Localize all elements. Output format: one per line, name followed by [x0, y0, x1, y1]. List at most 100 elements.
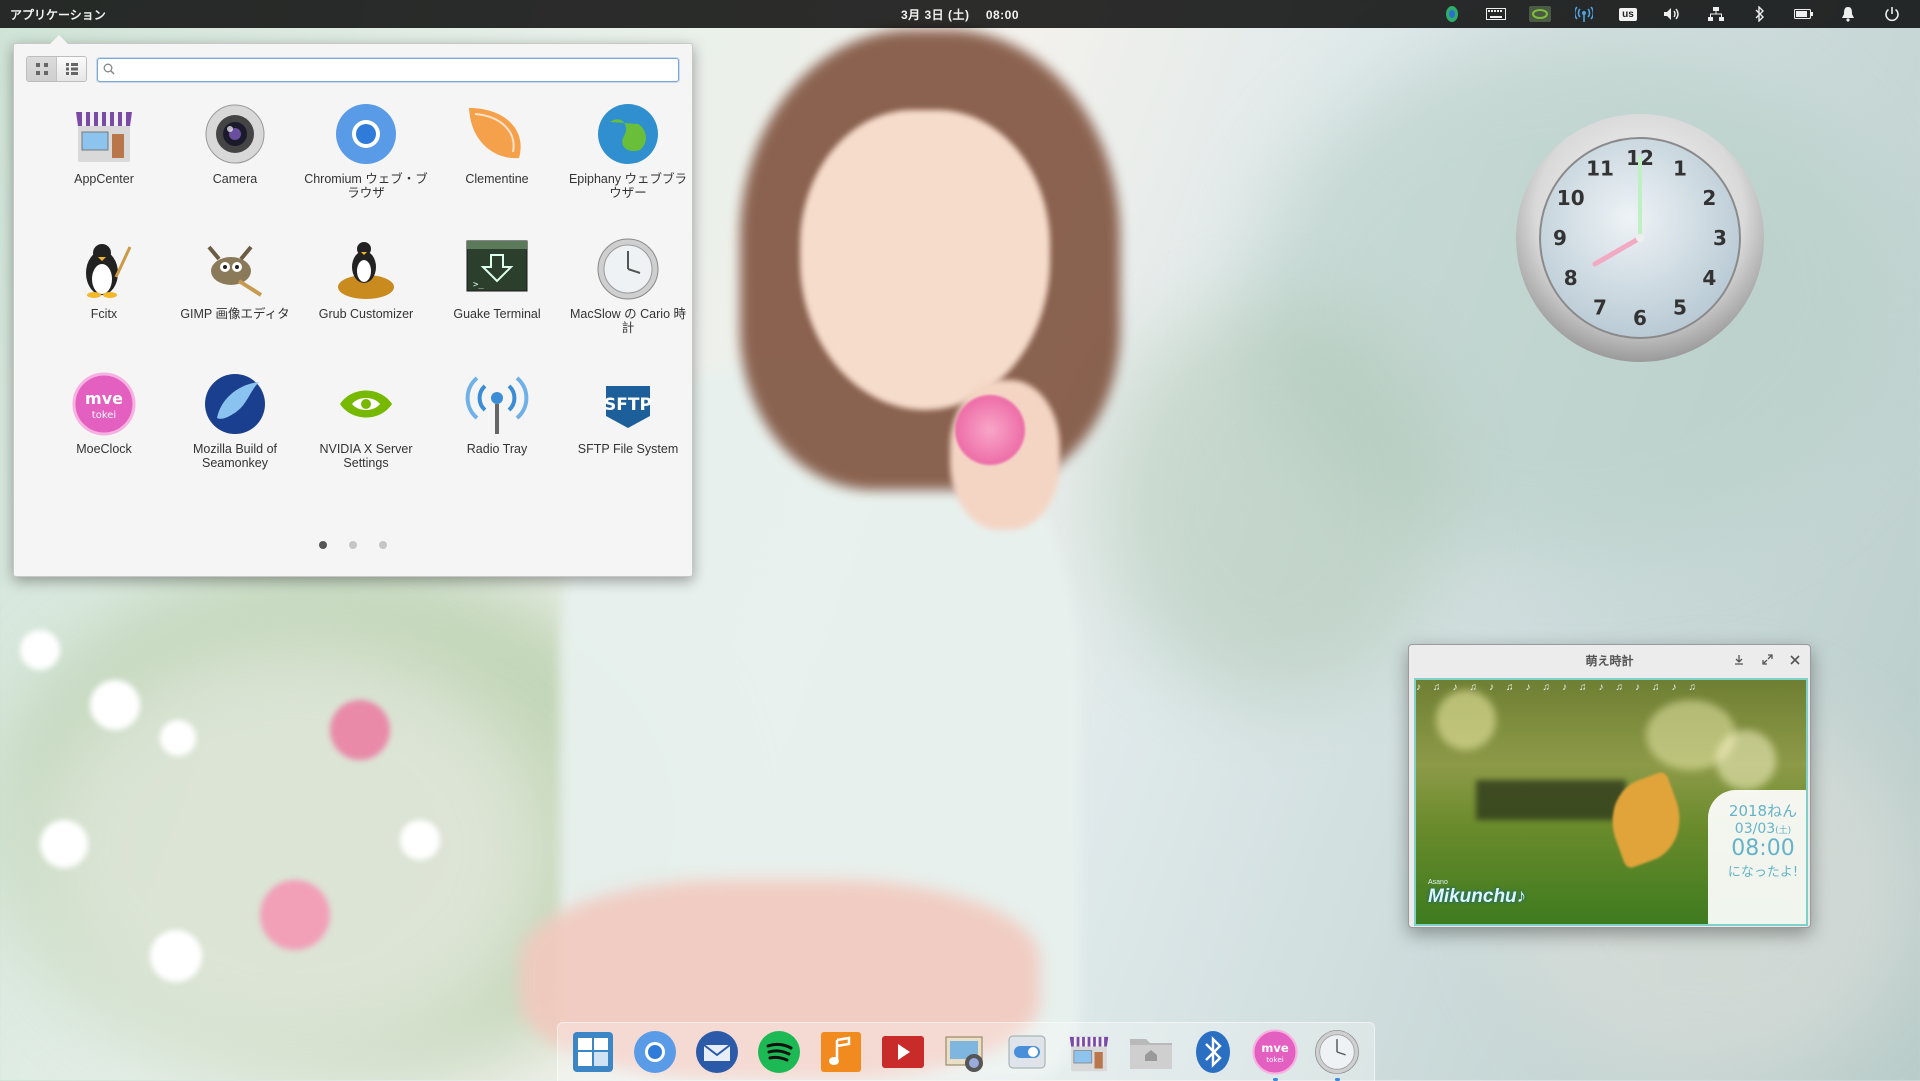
cairo-clock-icon: [596, 237, 660, 301]
nvidia-tray-icon[interactable]: [1518, 0, 1562, 28]
keyboard-icon[interactable]: [1474, 0, 1518, 28]
view-mode-toggle: [26, 56, 87, 82]
clock-numeral: 7: [1593, 295, 1607, 319]
app-label: Clementine: [465, 172, 529, 186]
app-sftp-file-system[interactable]: SFTP SFTP File System: [564, 372, 692, 456]
date-label: 03/03: [1734, 821, 1776, 837]
seamonkey-icon: [203, 372, 267, 436]
app-label: NVIDIA X Server Settings: [319, 442, 413, 470]
dock-chromium[interactable]: [630, 1027, 680, 1077]
app-label: Fcitx: [90, 307, 118, 321]
top-panel: アプリケーション 3月 3日 (土) 08:00 us: [0, 0, 1920, 28]
dock-multitasking-view[interactable]: [568, 1027, 618, 1077]
chromium-icon: [634, 1031, 676, 1073]
chromium-icon: [334, 102, 398, 166]
dock-appcenter[interactable]: [1064, 1027, 1114, 1077]
dock-videos[interactable]: [878, 1027, 928, 1077]
dock-music[interactable]: [816, 1027, 866, 1077]
search-icon: [98, 63, 120, 78]
appcenter-icon: [1069, 1036, 1109, 1072]
app-label: GIMP 画像エディタ: [180, 307, 290, 321]
app-chromium[interactable]: Chromium ウェブ・ブラウザ: [302, 102, 430, 200]
clementine-icon: [465, 102, 529, 166]
dock-cairo-clock[interactable]: [1312, 1027, 1362, 1081]
app-label: Radio Tray: [466, 442, 528, 456]
dock-moeclock[interactable]: mve tokei: [1250, 1027, 1300, 1081]
search-field[interactable]: [97, 58, 679, 82]
app-guake-terminal[interactable]: >_ Guake Terminal: [433, 237, 561, 321]
category-view-button[interactable]: [56, 57, 86, 81]
category-view-icon: [65, 63, 78, 75]
gimp-icon: [203, 237, 267, 301]
fcitx-tray-icon[interactable]: [1430, 0, 1474, 28]
svg-text:tokei: tokei: [92, 410, 116, 421]
volume-icon[interactable]: [1650, 0, 1694, 28]
network-icon[interactable]: [1694, 0, 1738, 28]
app-clementine[interactable]: Clementine: [433, 102, 561, 186]
clock-numeral: 3: [1713, 226, 1727, 250]
clock-numeral: 11: [1586, 157, 1614, 181]
minimize-icon[interactable]: [1730, 654, 1748, 668]
app-label: Mozilla Build of Seamonkey: [192, 442, 278, 470]
window-title: 萌え時計: [1585, 654, 1634, 668]
camera-icon: [203, 102, 267, 166]
search-input[interactable]: [120, 61, 678, 79]
sftp-icon: SFTP: [596, 372, 660, 436]
time-card: 2018ねん 03/03(土) 08:00 になったよ!: [1708, 790, 1806, 924]
window-titlebar[interactable]: 萌え時計: [1409, 645, 1810, 676]
clock-center: [1636, 234, 1644, 242]
panel-datetime[interactable]: 3月 3日 (土) 08:00: [901, 6, 1019, 23]
app-label: MacSlow の Cario 時計: [570, 307, 686, 335]
app-label: SFTP File System: [577, 442, 679, 456]
app-cairo-clock[interactable]: MacSlow の Cario 時計: [564, 237, 692, 335]
svg-text:tokei: tokei: [1266, 1055, 1284, 1064]
settings-icon: [1008, 1035, 1046, 1069]
app-nvidia-settings[interactable]: NVIDIA X Server Settings: [302, 372, 430, 470]
guake-terminal-icon: >_: [465, 237, 529, 301]
multitasking-icon: [573, 1032, 613, 1072]
dock-thunderbird[interactable]: [692, 1027, 742, 1077]
page-dot-2[interactable]: [349, 541, 357, 549]
app-radio-tray[interactable]: Radio Tray: [433, 372, 561, 456]
page-dot-1[interactable]: [319, 541, 327, 549]
keyboard-layout-indicator[interactable]: us: [1606, 0, 1650, 28]
nvidia-settings-icon: [334, 372, 398, 436]
sftp-icon-text: SFTP: [604, 395, 652, 415]
app-grub-customizer[interactable]: Grub Customizer: [302, 237, 430, 321]
close-icon[interactable]: [1786, 654, 1804, 668]
moeclock-icon: mvetokei: [72, 372, 136, 436]
clock-numeral: 9: [1553, 226, 1567, 250]
brand-label: Mikunchu♪: [1428, 886, 1527, 907]
app-label: Guake Terminal: [453, 307, 541, 321]
cairo-clock-widget[interactable]: 121234567891011: [1514, 112, 1766, 364]
page-dot-3[interactable]: [379, 541, 387, 549]
window-controls: [1730, 645, 1804, 676]
bluetooth-icon[interactable]: [1738, 0, 1782, 28]
music-icon: [821, 1032, 861, 1072]
battery-icon[interactable]: [1782, 0, 1826, 28]
app-label: Camera: [212, 172, 258, 186]
dock-photos[interactable]: [940, 1027, 990, 1077]
app-moeclock[interactable]: mve tokei MoeClock: [40, 372, 168, 456]
dock-files[interactable]: [1126, 1027, 1176, 1077]
grid-view-icon: [35, 63, 48, 75]
notification-bell-icon[interactable]: [1826, 0, 1870, 28]
radio-tray-icon[interactable]: [1562, 0, 1606, 28]
dock-bluetooth[interactable]: [1188, 1027, 1238, 1077]
applications-menu-popover: AppCenter Camera Chromium ウェブ・ブラウザ Cleme…: [13, 35, 693, 577]
app-seamonkey[interactable]: Mozilla Build of Seamonkey: [171, 372, 299, 470]
app-gimp[interactable]: GIMP 画像エディタ: [171, 237, 299, 321]
clock-numeral: 1: [1673, 157, 1687, 181]
app-fcitx[interactable]: Fcitx: [40, 237, 168, 321]
applications-menu-button[interactable]: アプリケーション: [0, 6, 116, 23]
dock-system-settings[interactable]: [1002, 1027, 1052, 1077]
grid-view-button[interactable]: [27, 57, 56, 81]
app-appcenter[interactable]: AppCenter: [40, 102, 168, 186]
moeclock-icon: mvetokei: [1252, 1029, 1298, 1075]
dock-spotify[interactable]: [754, 1027, 804, 1077]
app-camera[interactable]: Camera: [171, 102, 299, 186]
app-epiphany[interactable]: Epiphany ウェブブラウザー: [564, 102, 692, 200]
maximize-icon[interactable]: [1758, 653, 1776, 668]
power-icon[interactable]: [1870, 0, 1914, 28]
appcenter-icon: [72, 102, 136, 166]
